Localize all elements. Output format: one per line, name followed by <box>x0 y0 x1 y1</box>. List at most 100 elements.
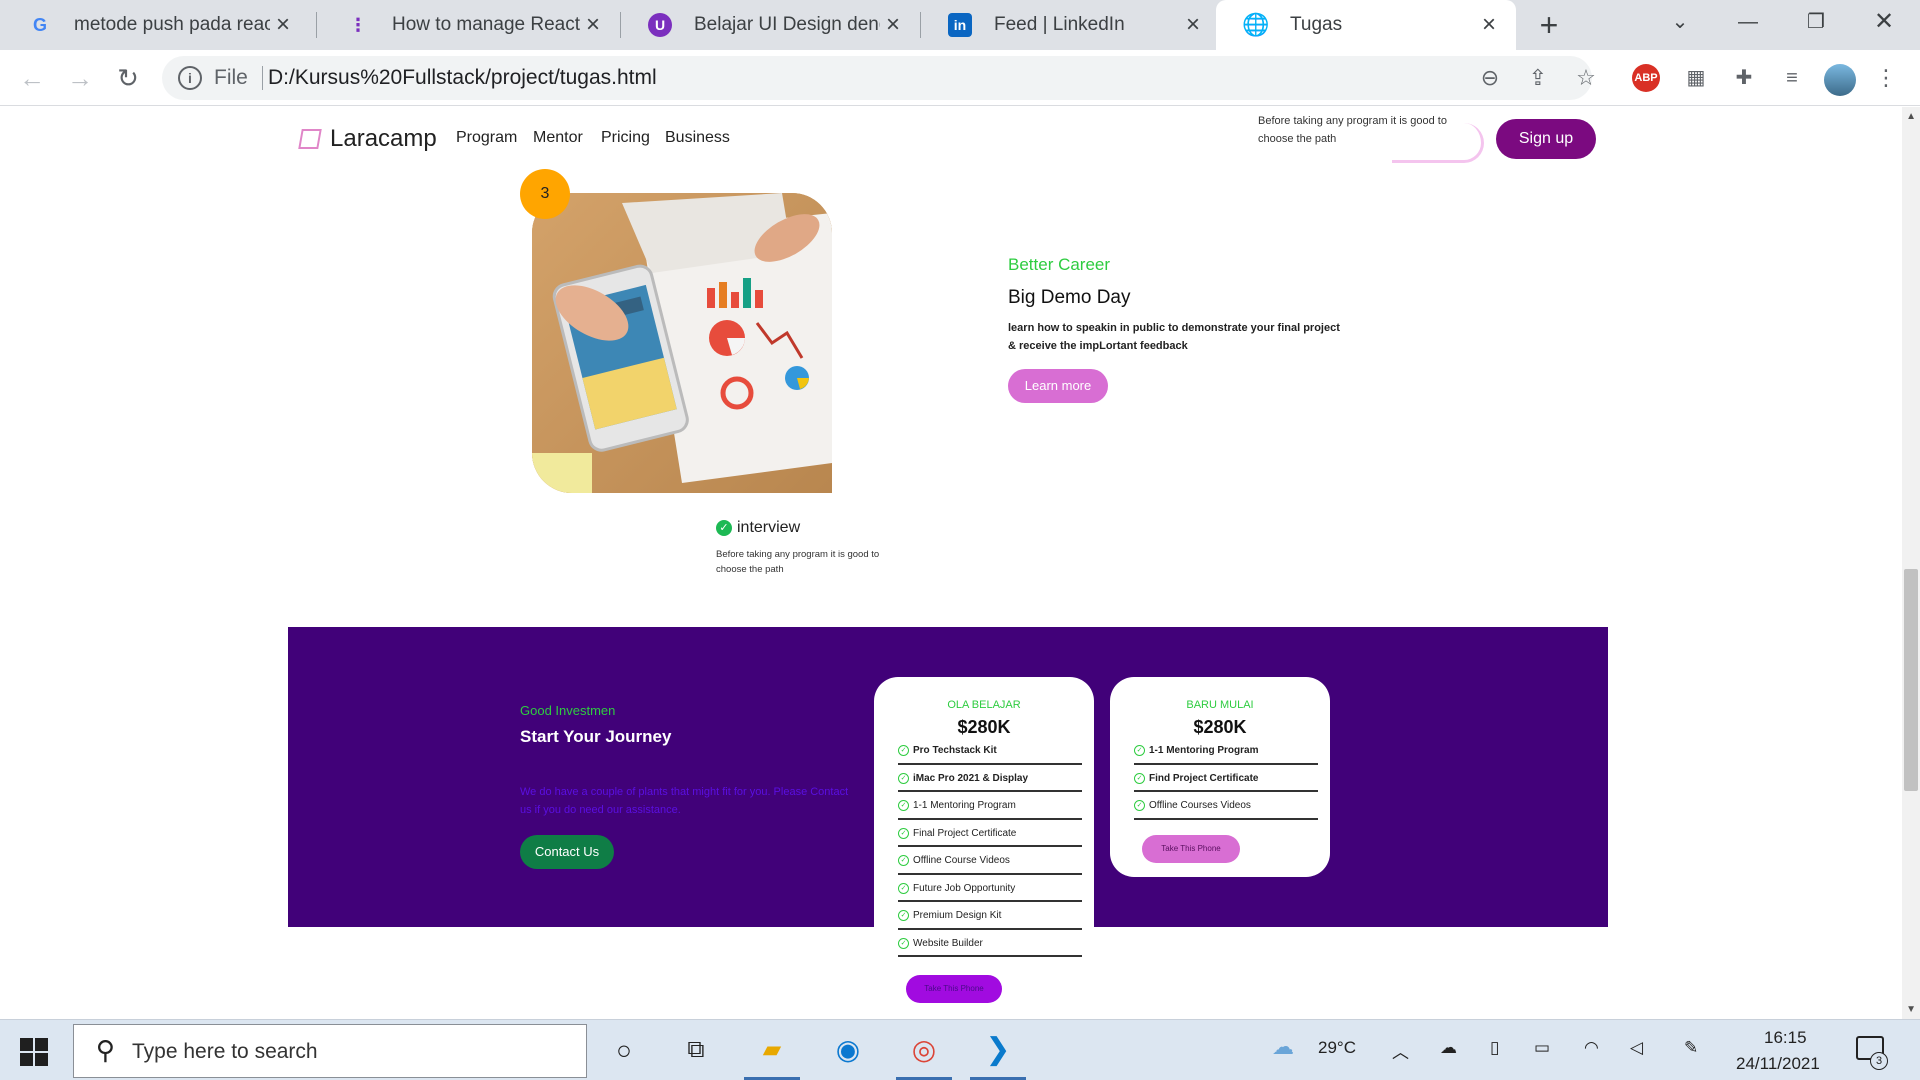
tab-ui-design[interactable]: U Belajar UI Design dengan × <box>620 0 920 50</box>
close-icon[interactable]: × <box>1180 11 1206 39</box>
plan-feature: ✓ Premium Design Kit <box>898 902 1082 930</box>
file-explorer-icon[interactable]: ▰ <box>752 1030 792 1070</box>
plan-feature: ✓ 1-1 Mentoring Program <box>898 792 1082 820</box>
plan-feature-list: ✓ 1-1 Mentoring Program ✓ Find Project Cer… <box>1134 737 1318 820</box>
taskbar-search-box[interactable]: ⚲ Type here to search <box>73 1024 587 1078</box>
check-circle-icon: ✓ <box>716 520 732 536</box>
file-label: File <box>214 66 248 89</box>
puzzle-icon[interactable]: ✚ <box>1728 62 1760 94</box>
interview-text: interview <box>737 519 801 536</box>
device-icon[interactable]: ▯ <box>1490 1038 1499 1058</box>
close-icon[interactable]: × <box>580 11 606 39</box>
take-plan-button[interactable]: Take This Phone <box>906 975 1002 1003</box>
address-bar[interactable]: i File D:/Kursus%20Fullstack/project/tug… <box>162 56 1596 100</box>
tab-title: Feed | LinkedIn <box>994 14 1125 35</box>
task-view-icon[interactable]: ⧉ <box>676 1030 716 1070</box>
learn-more-button[interactable]: Learn more <box>1008 369 1108 403</box>
plan-feature: ✓ Offline Course Videos <box>898 847 1082 875</box>
tab-divider <box>316 12 317 38</box>
signup-button[interactable]: Sign up <box>1496 119 1596 159</box>
zoom-icon[interactable]: ⊖ <box>1474 62 1506 94</box>
wifi-icon[interactable]: ◠ <box>1584 1038 1599 1058</box>
nav-business[interactable]: Business <box>665 129 730 147</box>
url-text[interactable]: D:/Kursus%20Fullstack/project/tugas.html <box>268 66 657 90</box>
nav-mentor[interactable]: Mentor <box>533 129 583 147</box>
windows-taskbar: ⚲ Type here to search ○ ⧉ ▰ ◉ ◎ ❯ ☁ 29°C… <box>0 1019 1920 1080</box>
chevron-up-icon[interactable]: ︿ <box>1392 1038 1409 1063</box>
check-icon: ✓ <box>898 882 909 894</box>
plan-name: BARU MULAI <box>1186 699 1254 711</box>
page-scrollbar[interactable]: ▲ ▼ <box>1902 107 1920 1019</box>
weather-icon[interactable]: ☁ <box>1272 1034 1294 1060</box>
tab-search-icon[interactable]: ⌄ <box>1648 0 1712 44</box>
profile-avatar[interactable] <box>1824 64 1856 96</box>
windows-start-icon[interactable] <box>20 1038 48 1066</box>
check-icon: ✓ <box>898 800 909 812</box>
plan-card-baru-mulai: BARU MULAI $280K ✓ 1-1 Mentoring Program … <box>1110 677 1330 877</box>
reload-button[interactable]: ↻ <box>108 58 148 98</box>
temperature[interactable]: 29°C <box>1318 1038 1356 1058</box>
close-icon[interactable]: × <box>1476 11 1502 39</box>
tab-tugas[interactable]: 🌐 Tugas × <box>1216 0 1516 50</box>
brand-logo[interactable]: Laracamp <box>330 125 437 153</box>
clock-time[interactable]: 16:15 <box>1764 1028 1807 1048</box>
browser-toolbar: ← → ↻ i File D:/Kursus%20Fullstack/proje… <box>0 50 1920 106</box>
back-button[interactable]: ← <box>12 58 52 98</box>
media-control-icon[interactable]: ≡ <box>1776 62 1808 94</box>
onedrive-icon[interactable]: ☁ <box>1440 1038 1457 1058</box>
close-icon[interactable]: × <box>880 11 906 39</box>
check-icon: ✓ <box>898 855 909 867</box>
clock-date[interactable]: 24/11/2021 <box>1736 1054 1820 1074</box>
minimize-button[interactable]: — <box>1716 0 1780 44</box>
tab-react-state[interactable]: ⋮ How to manage React Sta × <box>318 0 620 50</box>
menu-icon[interactable]: ⋮ <box>1870 62 1902 94</box>
plan-feature: ✓ Future Job Opportunity <box>898 875 1082 902</box>
office-desk-illustration <box>532 193 832 493</box>
star-icon[interactable]: ☆ <box>1570 62 1602 94</box>
pricing-kicker: Good Investmen <box>520 703 616 718</box>
nav-program[interactable]: Program <box>456 129 517 147</box>
plan-feature: ✓ iMac Pro 2021 & Display <box>898 765 1082 792</box>
take-plan-button[interactable]: Take This Phone <box>1142 835 1240 863</box>
adblock-icon[interactable]: ABP <box>1632 64 1660 92</box>
feature-image <box>532 193 832 493</box>
google-icon: G <box>32 14 47 35</box>
scroll-thumb[interactable] <box>1904 569 1918 791</box>
plan-feature: ✓ 1-1 Mentoring Program <box>1134 737 1318 765</box>
forward-button[interactable]: → <box>60 58 100 98</box>
search-placeholder: Type here to search <box>132 1040 318 1063</box>
close-icon[interactable]: × <box>270 11 296 39</box>
plan-feature: ✓ Website Builder <box>898 930 1082 957</box>
interview-caption: ✓ interview <box>716 519 800 537</box>
share-icon[interactable]: ⇪ <box>1522 62 1554 94</box>
plan-feature: ✓ Final Project Certificate <box>898 820 1082 847</box>
tab-linkedin[interactable]: in Feed | LinkedIn × <box>920 0 1220 50</box>
edge-icon[interactable]: ◉ <box>828 1030 868 1070</box>
restore-button[interactable]: ❐ <box>1784 0 1848 44</box>
dots-icon: ⋮ <box>349 14 367 35</box>
linkedin-icon: in <box>948 13 972 37</box>
search-icon: ⚲ <box>96 1035 116 1065</box>
check-icon: ✓ <box>1134 800 1145 812</box>
scroll-up-arrow-icon[interactable]: ▲ <box>1906 111 1916 122</box>
speaker-icon[interactable]: ◁ <box>1630 1038 1643 1058</box>
tab-google-search[interactable]: G metode push pada react j × <box>0 0 310 50</box>
close-window-button[interactable]: ✕ <box>1852 0 1916 44</box>
plan-feature-list: ✓ Pro Techstack Kit ✓ iMac Pro 2021 & Disp… <box>898 737 1082 957</box>
vscode-icon[interactable]: ❯ <box>978 1030 1018 1070</box>
new-tab-button[interactable]: + <box>1530 6 1568 44</box>
nav-pricing[interactable]: Pricing <box>601 129 650 147</box>
hint-pill-outline <box>1392 123 1484 163</box>
scroll-down-arrow-icon[interactable]: ▼ <box>1906 1004 1916 1015</box>
chrome-icon[interactable]: ◎ <box>904 1030 944 1070</box>
extension-calendar-icon[interactable]: ▦ <box>1680 62 1712 94</box>
pricing-description: We do have a couple of plants that might… <box>520 786 849 816</box>
cortana-icon[interactable]: ○ <box>604 1030 644 1070</box>
pen-icon[interactable]: ✎ <box>1684 1038 1698 1058</box>
plan-price: $280K <box>957 717 1011 737</box>
battery-icon[interactable]: ▭ <box>1534 1038 1550 1058</box>
tab-title: How to manage React Sta <box>392 14 580 35</box>
contact-us-button[interactable]: Contact Us <box>520 835 614 869</box>
check-icon: ✓ <box>898 772 909 784</box>
info-icon[interactable]: i <box>178 66 202 90</box>
